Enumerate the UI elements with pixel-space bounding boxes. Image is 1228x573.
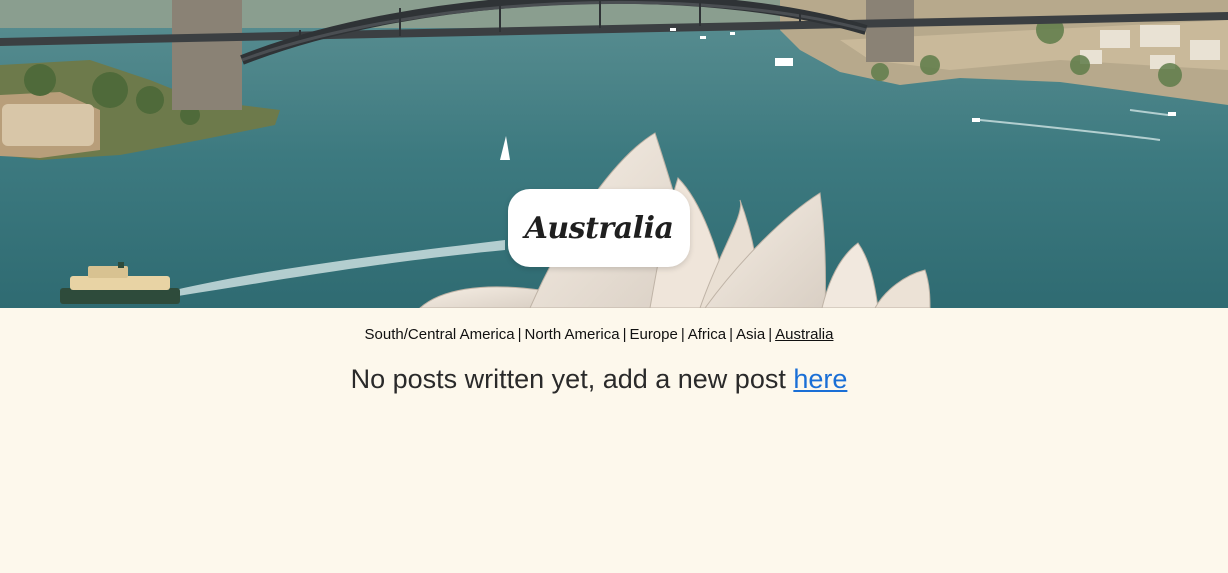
- nav-separator: |: [622, 326, 627, 343]
- nav-separator: |: [729, 326, 733, 343]
- nav-link-europe[interactable]: Europe: [629, 326, 677, 343]
- nav-link-south-central-america[interactable]: South/Central America: [365, 326, 515, 343]
- nav-separator: |: [680, 326, 685, 343]
- title-card: Australia: [508, 189, 690, 267]
- nav-link-australia[interactable]: Australia: [775, 326, 833, 343]
- hero-banner: Australia: [0, 0, 1228, 308]
- page-title: Australia: [524, 210, 674, 246]
- empty-state-message: No posts written yet, add a new post her…: [0, 364, 1213, 395]
- nav-link-africa[interactable]: Africa: [688, 326, 726, 343]
- add-post-link[interactable]: here: [793, 364, 847, 394]
- nav-link-asia[interactable]: Asia: [736, 326, 765, 343]
- nav-separator: |: [517, 326, 522, 343]
- region-nav: South/Central America | North America | Euro…: [0, 326, 1213, 343]
- nav-separator: |: [768, 326, 773, 343]
- nav-link-north-america[interactable]: North America: [525, 326, 620, 343]
- empty-state-text: No posts written yet, add a new post: [350, 364, 794, 394]
